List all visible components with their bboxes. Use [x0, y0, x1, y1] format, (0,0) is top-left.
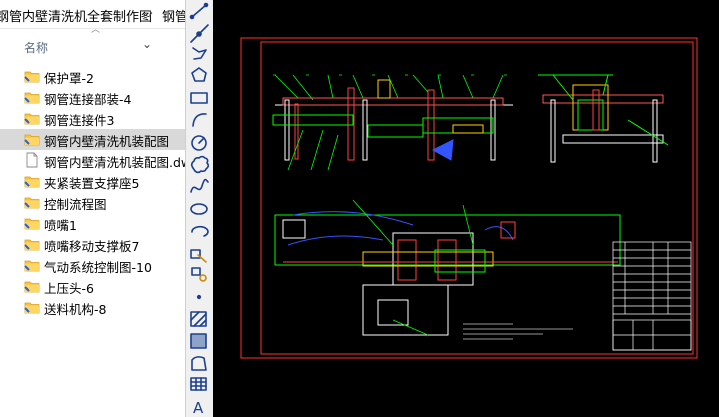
folder-icon: [24, 89, 40, 105]
name-column-header[interactable]: 名称: [24, 39, 48, 56]
folder-icon: [24, 194, 40, 210]
file-name: 钢管连接件3: [44, 113, 115, 128]
top-view: [274, 199, 621, 336]
leader-lines: [273, 74, 513, 171]
technical-notes: [463, 323, 573, 340]
region-tool-icon[interactable]: [191, 356, 207, 371]
line-tool-icon[interactable]: [189, 2, 209, 20]
point-tool-icon[interactable]: [196, 294, 202, 300]
file-list-item[interactable]: 喷嘴移动支撑板7: [0, 234, 185, 255]
file-name: 喷嘴1: [44, 218, 77, 233]
multiline-text-tool-icon[interactable]: A: [193, 399, 204, 417]
polyline-tool-icon[interactable]: [192, 47, 207, 60]
file-name: 送料机构-8: [44, 302, 107, 317]
cad-drawing-canvas[interactable]: [213, 0, 719, 417]
folder-icon: [24, 131, 40, 147]
file-list-item[interactable]: 钢管连接部装-4: [0, 87, 185, 108]
chevron-down-icon[interactable]: ⌄: [142, 37, 152, 51]
side-view: [538, 74, 669, 163]
insert-block-tool-icon[interactable]: [190, 249, 207, 263]
column-header[interactable]: 名称 ⌄: [0, 30, 185, 58]
hatch-tool-icon[interactable]: [190, 311, 207, 327]
file-list-item[interactable]: 钢管连接件3: [0, 108, 185, 129]
file-list-item[interactable]: 送料机构-8: [0, 297, 185, 318]
title-block: [612, 241, 692, 351]
arc-tool-icon[interactable]: [192, 113, 207, 127]
file-list-item[interactable]: 控制流程图: [0, 192, 185, 213]
file-list-item[interactable]: 钢管内壁清洗机装配图.dwg: [0, 150, 185, 171]
draw-toolbar: A: [185, 0, 214, 417]
folder-icon: [24, 257, 40, 273]
file-list-item[interactable]: 钢管内壁清洗机装配图: [0, 129, 185, 150]
file-name: 气动系统控制图-10: [44, 260, 152, 275]
breadcrumb-item-parent[interactable]: 钢管内壁清洗机全套制作图: [0, 6, 152, 25]
file-list-item[interactable]: 气动系统控制图-10: [0, 255, 185, 276]
file-name: 钢管内壁清洗机装配图.dwg: [44, 155, 185, 170]
file-list: 保护罩-2 钢管连接部装-4 钢管连接件3 钢管内壁清洗机装配图 钢管内壁清洗机装配图.…: [0, 66, 185, 318]
front-view: [272, 79, 513, 161]
file-name: 夹紧装置支撑座5: [44, 176, 140, 191]
revision-cloud-tool-icon[interactable]: [190, 155, 210, 174]
file-name: 上压头-6: [44, 281, 94, 296]
folder-icon: [24, 68, 40, 84]
folder-icon: [24, 278, 40, 294]
ellipse-tool-icon[interactable]: [190, 203, 208, 215]
file-icon: [24, 152, 40, 168]
file-list-item[interactable]: 上压头-6: [0, 276, 185, 297]
drawing-outer-border: [240, 37, 698, 359]
file-name: 喷嘴移动支撑板7: [44, 239, 140, 254]
file-name: 钢管内壁清洗机装配图: [44, 134, 170, 149]
rectangle-tool-icon[interactable]: [190, 92, 208, 104]
polygon-tool-icon[interactable]: [191, 67, 207, 82]
breadcrumb-item-current[interactable]: 钢管: [162, 6, 185, 25]
make-block-tool-icon[interactable]: [191, 267, 207, 282]
drawing-inner-border: [260, 41, 694, 355]
folder-icon: [24, 236, 40, 252]
construction-line-tool-icon[interactable]: [190, 24, 209, 43]
folder-icon: [24, 110, 40, 126]
file-list-item[interactable]: 夹紧装置支撑座5: [0, 171, 185, 192]
file-list-item[interactable]: 保护罩-2: [0, 66, 185, 87]
breadcrumb-separator-icon: ›: [148, 6, 154, 21]
file-name: 保护罩-2: [44, 71, 94, 86]
table-tool-icon[interactable]: [190, 377, 207, 391]
assembly-drawing: [240, 37, 698, 359]
file-name: 钢管连接部装-4: [44, 92, 132, 107]
folder-icon: [24, 299, 40, 315]
ellipse-arc-tool-icon[interactable]: [191, 225, 209, 237]
circle-tool-icon[interactable]: [191, 135, 207, 151]
gradient-tool-icon[interactable]: [190, 333, 207, 349]
spline-tool-icon[interactable]: [190, 178, 209, 193]
file-name: 控制流程图: [44, 197, 107, 212]
file-explorer-pane: 钢管内壁清洗机全套制作图 › 钢管 ︿ 名称 ⌄ 保护罩-2 钢管连接部装-4 钢管…: [0, 0, 185, 417]
file-list-item[interactable]: 喷嘴1: [0, 213, 185, 234]
folder-icon: [24, 215, 40, 231]
folder-icon: [24, 173, 40, 189]
